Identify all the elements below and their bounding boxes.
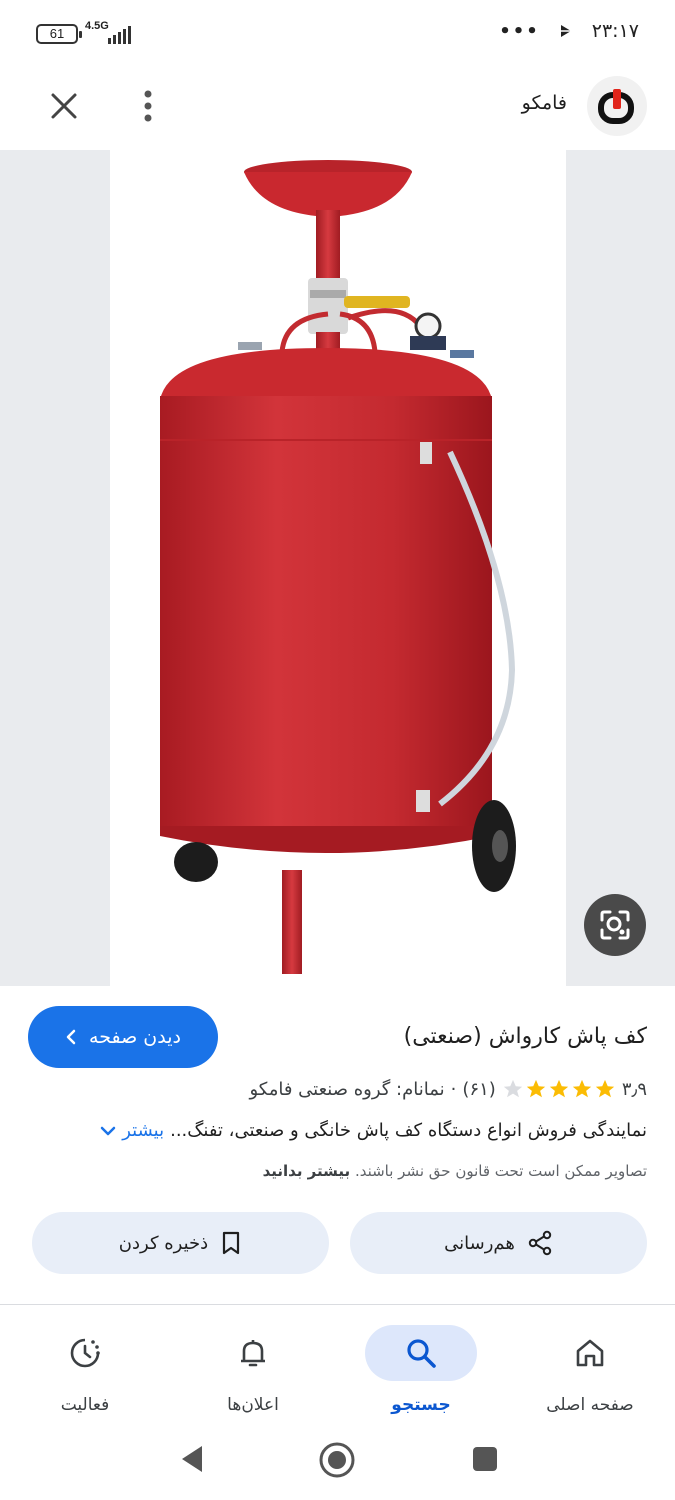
seller-name: نمانام: گروه صنعتی فامکو: [249, 1078, 445, 1100]
search-icon: [407, 1339, 436, 1368]
nav-search[interactable]: جستجو: [346, 1325, 496, 1415]
more-button[interactable]: بیشتر: [100, 1120, 164, 1141]
nav-home-icon-wrap: [534, 1325, 646, 1381]
nav-search-label: جستجو: [391, 1395, 451, 1415]
famco-logo-icon: [598, 89, 634, 124]
google-lens-button[interactable]: [584, 894, 646, 956]
copyright-text: تصاویر ممکن است تحت قانون حق نشر باشند.: [354, 1162, 647, 1180]
network-type: 4.5G: [85, 20, 109, 32]
site-name[interactable]: فامکو: [522, 92, 567, 114]
close-icon: [51, 93, 77, 119]
chevron-left-icon: [66, 1029, 76, 1045]
play-store-icon: [560, 25, 571, 37]
system-navigation: [0, 1424, 675, 1500]
rating-value: ۳٫۹: [621, 1078, 647, 1100]
clock: ۲۳:۱۷: [591, 20, 639, 42]
description-row: نمایندگی فروش انواع دستگاه کف پاش خانگی …: [28, 1120, 647, 1141]
nav-notifications[interactable]: اعلان‌ها: [178, 1325, 328, 1415]
separator-dot: ·: [450, 1078, 457, 1100]
status-right: ••• ۲۳:۱۷: [499, 20, 639, 42]
site-logo[interactable]: [587, 76, 647, 136]
home-icon: [576, 1339, 604, 1367]
close-button[interactable]: [42, 84, 86, 128]
more-vertical-icon: [144, 90, 152, 122]
image-preview[interactable]: [0, 150, 675, 986]
description-text: نمایندگی فروش انواع دستگاه کف پاش خانگی …: [170, 1120, 647, 1141]
status-bar: 61 4.5G ••• ۲۳:۱۷: [0, 0, 675, 66]
foam-tank-image: [160, 160, 516, 974]
lens-icon: [600, 910, 630, 940]
result-title[interactable]: کف پاش کارواش (صنعتی): [404, 1024, 647, 1049]
share-icon: [528, 1230, 552, 1256]
product-image: [110, 150, 566, 986]
bookmark-icon: [223, 1231, 240, 1255]
viewer-header: فامکو: [0, 70, 675, 142]
star-icon: [572, 1079, 591, 1098]
home-button-icon[interactable]: [318, 1441, 356, 1479]
activity-icon: [70, 1338, 100, 1368]
battery-indicator: 61: [36, 24, 82, 44]
visit-button-label: دیدن صفحه: [89, 1026, 181, 1048]
more-notifications-icon: •••: [499, 20, 540, 42]
rating-stars: [502, 1078, 616, 1100]
star-icon: [549, 1079, 568, 1098]
star-empty-icon: [503, 1079, 522, 1098]
nav-notifications-label: اعلان‌ها: [227, 1395, 279, 1415]
nav-activity-label: فعالیت: [60, 1395, 110, 1415]
result-info: دیدن صفحه کف پاش کارواش (صنعتی) ۳٫۹ (۶۱)…: [0, 986, 675, 1306]
star-icon: [526, 1079, 545, 1098]
share-button[interactable]: هم‌رسانی: [350, 1212, 647, 1274]
nav-activity-icon-wrap: [29, 1325, 141, 1381]
save-button[interactable]: ذخیره کردن: [32, 1212, 329, 1274]
copyright-notice: تصاویر ممکن است تحت قانون حق نشر باشند. …: [263, 1162, 647, 1180]
learn-more-link[interactable]: بیشتر بدانید: [263, 1162, 351, 1180]
share-label: هم‌رسانی: [444, 1232, 515, 1254]
bell-icon: [241, 1340, 265, 1367]
review-count: (۶۱): [462, 1078, 496, 1100]
nav-activity[interactable]: فعالیت: [10, 1325, 160, 1415]
more-label: بیشتر: [122, 1120, 165, 1141]
back-icon[interactable]: [178, 1444, 204, 1474]
nav-home-label: صفحه اصلی: [546, 1395, 634, 1415]
recents-icon[interactable]: [472, 1446, 498, 1472]
signal-icon: [108, 26, 131, 44]
more-options-button[interactable]: [130, 84, 166, 128]
rating-row: ۳٫۹ (۶۱) · نمانام: گروه صنعتی فامکو: [249, 1078, 647, 1100]
nav-notifications-icon-wrap: [197, 1325, 309, 1381]
bottom-navigation: صفحه اصلی جستجو اعلان‌ها فعالیت: [0, 1304, 675, 1424]
visit-page-button[interactable]: دیدن صفحه: [28, 1006, 218, 1068]
save-label: ذخیره کردن: [118, 1232, 209, 1254]
nav-search-icon-wrap: [365, 1325, 477, 1381]
nav-home[interactable]: صفحه اصلی: [515, 1325, 665, 1415]
star-icon: [595, 1079, 614, 1098]
chevron-down-icon: [100, 1126, 116, 1135]
